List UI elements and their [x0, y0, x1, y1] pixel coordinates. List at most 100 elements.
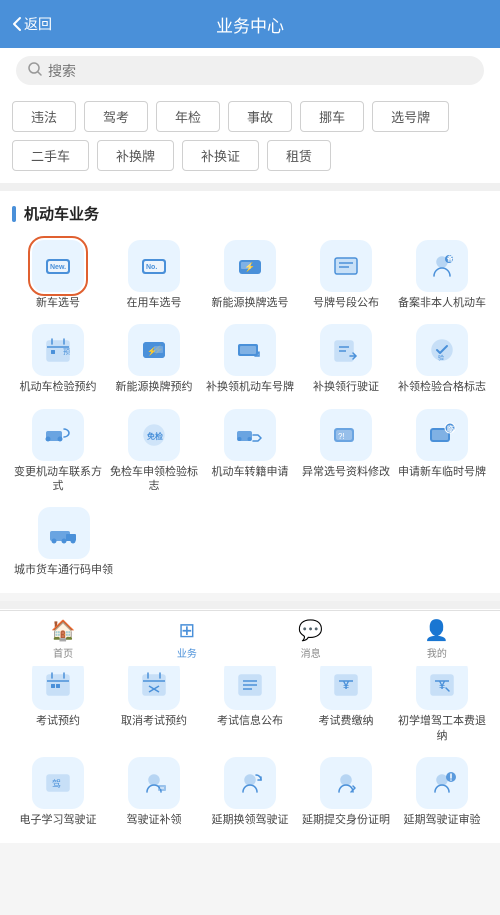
inspect-appt-icon: 预	[32, 324, 84, 376]
motor-section: 机动车业务 New. 新车选号	[0, 191, 500, 593]
renew-license-label: 延期换领驾驶证	[212, 813, 289, 827]
tag-rental[interactable]: 租赁	[267, 140, 331, 171]
grid-item-new-plate[interactable]: New. 新车选号	[12, 236, 104, 314]
divider-2	[0, 601, 500, 609]
grid-item-exam-info[interactable]: 考试信息公布	[204, 654, 296, 747]
nav-home[interactable]: 🏠 首页	[51, 618, 76, 660]
temp-plate-icon: 临	[416, 409, 468, 461]
grid-item-expire-exam[interactable]: 延期驾驶证审验	[396, 753, 488, 831]
svg-text:验: 验	[438, 354, 444, 362]
grid-item-subsidy[interactable]: ¥ 初学增驾工本费退纳	[396, 654, 488, 747]
svg-text:¥: ¥	[343, 680, 350, 692]
nav-my[interactable]: 👤 我的	[424, 618, 449, 660]
grid-item-exam-fee[interactable]: ¥ 考试费缴纳	[300, 654, 392, 747]
tag-violation[interactable]: 违法	[12, 101, 76, 132]
nav-message-label: 消息	[301, 645, 321, 660]
search-input[interactable]	[48, 63, 472, 79]
search-bar	[0, 48, 500, 93]
svg-text:免检: 免检	[147, 431, 163, 441]
submit-extend-icon	[320, 757, 372, 809]
new-energy-appt-label: 新能源换牌预约	[116, 380, 193, 394]
svg-text:New.: New.	[50, 264, 66, 271]
svg-text:临: 临	[447, 424, 454, 433]
grid-item-new-energy[interactable]: ⚡ 新能源换牌选号	[204, 236, 296, 314]
grid-item-replace-license[interactable]: 补换领行驶证	[300, 320, 392, 398]
inspect-cert-icon: 验	[416, 324, 468, 376]
subsidy-icon: ¥	[416, 658, 468, 710]
collect-plate-label: 补换领机动车号牌	[206, 380, 294, 394]
new-energy-appt-icon: ⚡ ⚡	[128, 324, 180, 376]
abnormal-select-label: 异常选号资料修改	[302, 465, 390, 479]
free-inspect-icon: 免检	[128, 409, 180, 461]
main-content: 违法 驾考 年检 事故 挪车 选号牌 二手车 补换牌 补换证 租赁 机动车业务 …	[0, 48, 500, 915]
user-icon: 👤	[424, 618, 449, 643]
grid-item-free-inspect[interactable]: 免检 免检车申领检验标志	[108, 405, 200, 498]
search-icon	[28, 62, 42, 79]
replace-license-label: 补换领行驶证	[313, 380, 379, 394]
back-button[interactable]: 返回	[12, 14, 52, 34]
tag-tow[interactable]: 挪车	[300, 101, 364, 132]
grid-item-abnormal-select[interactable]: ?! 异常选号资料修改	[300, 405, 392, 498]
exam-appt-label: 考试预约	[36, 714, 80, 728]
replace-license-icon	[320, 324, 372, 376]
tag-replace-cert[interactable]: 补换证	[182, 140, 259, 171]
bottom-nav: 🏠 首页 ⊞ 业务 💬 消息 👤 我的	[0, 610, 500, 666]
tag-replace-plate[interactable]: 补换牌	[97, 140, 174, 171]
back-label: 返回	[24, 14, 52, 34]
submit-extend-label: 延期提交身份证明	[302, 813, 390, 827]
quick-tags: 违法 驾考 年检 事故 挪车 选号牌 二手车 补换牌 补换证 租赁	[0, 93, 500, 183]
inspect-cert-label: 补领检验合格标志	[398, 380, 486, 394]
tag-accident[interactable]: 事故	[228, 101, 292, 132]
grid-item-non-resident[interactable]: 备 备案非本人机动车	[396, 236, 488, 314]
grid-item-inspect-cert[interactable]: 验 补领检验合格标志	[396, 320, 488, 398]
grid-item-inspect-appt[interactable]: 预 机动车检验预约	[12, 320, 104, 398]
exam-fee-icon: ¥	[320, 658, 372, 710]
tag-annual-inspect[interactable]: 年检	[156, 101, 220, 132]
svg-text:¥: ¥	[439, 680, 446, 692]
svg-text:No.: No.	[146, 264, 157, 271]
nav-business[interactable]: ⊞ 业务	[177, 618, 197, 660]
grid-item-used-plate[interactable]: No. 在用车选号	[108, 236, 200, 314]
grid-item-city-cargo[interactable]: 城市货车通行码申领	[12, 503, 115, 581]
tag-plate-select[interactable]: 选号牌	[372, 101, 449, 132]
non-resident-label: 备案非本人机动车	[398, 296, 486, 310]
grid-item-collect-plate[interactable]: 补换领机动车号牌	[204, 320, 296, 398]
home-icon: 🏠	[51, 618, 76, 643]
new-plate-icon: New.	[32, 240, 84, 292]
supplement-label: 驾驶证补领	[127, 813, 182, 827]
tag-driving-exam[interactable]: 驾考	[84, 101, 148, 132]
svg-text:预: 预	[63, 347, 70, 356]
grid-item-new-energy-appt[interactable]: ⚡ ⚡ 新能源换牌预约	[108, 320, 200, 398]
license-grid: 考试预约 取消考试预约	[12, 654, 488, 831]
used-plate-icon: No.	[128, 240, 180, 292]
tag-used-car[interactable]: 二手车	[12, 140, 89, 171]
nav-message[interactable]: 💬 消息	[298, 618, 323, 660]
svg-text:驾: 驾	[52, 779, 61, 789]
motor-section-title: 机动车业务	[12, 203, 488, 224]
grid-item-exam-appt[interactable]: 考试预约	[12, 654, 104, 747]
city-cargo-icon	[38, 507, 90, 559]
search-wrapper[interactable]	[16, 56, 484, 85]
e-learn-icon: 驾	[32, 757, 84, 809]
grid-item-change-motor[interactable]: 变更机动车联系方式	[12, 405, 104, 498]
page-title: 业务中心	[216, 12, 284, 37]
transfer-label: 机动车转籍申请	[212, 465, 289, 479]
svg-text:备: 备	[446, 255, 454, 263]
grid-item-plate-range[interactable]: 号牌号段公布	[300, 236, 392, 314]
grid-item-cancel-exam[interactable]: 取消考试预约	[108, 654, 200, 747]
grid-item-temp-plate[interactable]: 临 申请新车临时号牌	[396, 405, 488, 498]
svg-text:?!: ?!	[338, 432, 345, 441]
change-motor-label: 变更机动车联系方式	[14, 465, 102, 494]
motor-grid: New. 新车选号 No. 在用车选号	[12, 236, 488, 497]
new-energy-icon: ⚡	[224, 240, 276, 292]
change-motor-icon	[32, 409, 84, 461]
transfer-icon	[224, 409, 276, 461]
used-plate-label: 在用车选号	[127, 296, 182, 310]
grid-item-supplement[interactable]: 驾驶证补领	[108, 753, 200, 831]
abnormal-select-icon: ?!	[320, 409, 372, 461]
grid-item-transfer[interactable]: 机动车转籍申请	[204, 405, 296, 498]
grid-item-renew-license[interactable]: 延期换领驾驶证	[204, 753, 296, 831]
grid-item-submit-extend[interactable]: 延期提交身份证明	[300, 753, 392, 831]
expire-exam-label: 延期驾驶证审验	[404, 813, 481, 827]
grid-item-e-learn[interactable]: 驾 电子学习驾驶证	[12, 753, 104, 831]
